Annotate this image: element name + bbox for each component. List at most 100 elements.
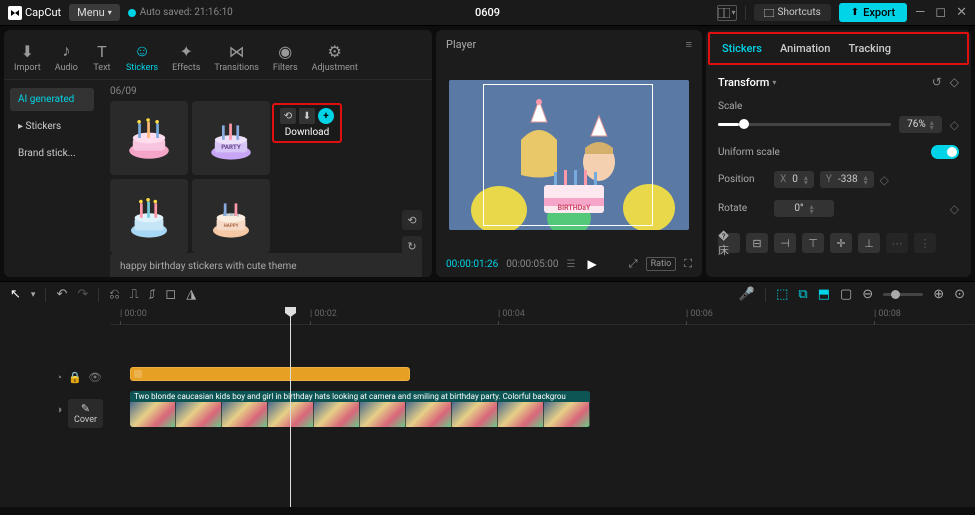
media-tab-stickers[interactable]: ☺Stickers — [126, 41, 158, 79]
transform-section[interactable]: Transform ▾ — [718, 76, 776, 89]
close-icon[interactable]: ✕ — [956, 5, 967, 20]
preview-icon[interactable]: ▢ — [840, 287, 852, 302]
align-right-icon[interactable]: ⊣ — [774, 233, 796, 253]
redo-icon[interactable]: ↷ — [77, 287, 88, 302]
minimize-icon[interactable]: — — [915, 5, 925, 20]
media-tab-import[interactable]: ⬇Import — [14, 41, 41, 79]
track-eye-icon[interactable]: 👁 — [88, 371, 102, 384]
fullscreen-icon[interactable]: ⛶ — [684, 257, 692, 271]
mirror-icon[interactable]: ◮ — [186, 287, 196, 302]
align-top-icon[interactable]: ⊤ — [802, 233, 824, 253]
zoom-out-icon[interactable]: ⊖ — [862, 287, 873, 302]
project-title: 0609 — [475, 6, 500, 19]
align-bottom-icon[interactable]: ⊥ — [858, 233, 880, 253]
title-bar: CapCut Menu▾ Auto saved: 21:16:10 0609 ▾… — [0, 0, 975, 26]
video-clip[interactable]: Two blonde caucasian kids boy and girl i… — [130, 391, 590, 427]
track-mute-icon[interactable]: ◑ — [56, 403, 63, 416]
align-extra-2-icon[interactable]: ⋮ — [914, 233, 936, 253]
sidebar-item-0[interactable]: AI generated — [10, 88, 94, 111]
sticker-track: ◔ 🔒 👁 — [0, 365, 975, 389]
ratio-button[interactable]: Ratio — [646, 257, 677, 271]
add-sticker-icon[interactable]: + — [318, 108, 334, 124]
layout-icon[interactable]: ▾ — [717, 5, 737, 21]
uniform-scale-toggle[interactable] — [931, 145, 959, 159]
rotate-keyframe-icon[interactable]: ◇ — [950, 202, 959, 216]
undo-icon[interactable]: ↶ — [56, 287, 67, 302]
split-right-icon[interactable]: ⎎ — [149, 287, 156, 302]
scale-value[interactable]: 76%▴▾ — [899, 116, 942, 133]
selection-box[interactable] — [483, 84, 653, 226]
video-track: ◑🔒👁 ✎Cover Two blonde caucasian kids boy… — [0, 391, 975, 427]
zoom-in-icon[interactable]: ⊕ — [933, 287, 944, 302]
crop-icon[interactable]: ◻ — [165, 287, 176, 302]
maximize-icon[interactable]: ◻ — [935, 5, 946, 20]
split-icon[interactable]: ⎌ — [109, 287, 119, 302]
sidebar-item-1[interactable]: ▸ Stickers — [10, 115, 94, 138]
align-center-v-icon[interactable]: ✛ — [830, 233, 852, 253]
player-panel: Player ≡ — [436, 30, 702, 277]
export-button[interactable]: ⬆Export — [839, 3, 907, 22]
player-menu-icon[interactable]: ≡ — [686, 38, 692, 51]
track-clock-icon[interactable]: ◔ — [56, 371, 63, 384]
media-tab-effects[interactable]: ✦Effects — [172, 41, 200, 79]
mic-icon[interactable]: 🎤 — [739, 287, 755, 302]
list-icon[interactable]: ☰ — [566, 259, 575, 270]
position-keyframe-icon[interactable]: ◇ — [880, 173, 889, 187]
timeline[interactable]: | 00:00| 00:02| 00:04| 00:06| 00:08 ◔🔒👁 … — [0, 307, 975, 507]
regenerate-all-icon[interactable]: ⟲ — [402, 210, 422, 230]
magnet-link-icon[interactable]: ⧉ — [798, 287, 807, 302]
tool-dropdown-icon[interactable]: ▾ — [31, 290, 36, 300]
media-tab-filters[interactable]: ◉Filters — [273, 41, 298, 79]
magnet-main-icon[interactable]: ⬚ — [776, 287, 788, 302]
scale-keyframe-icon[interactable]: ◇ — [950, 118, 959, 132]
sticker-thumb-2[interactable]: PARTY ⟲ ⬇ + Download — [192, 101, 270, 175]
media-tab-transitions[interactable]: ⋈Transitions — [214, 41, 259, 79]
current-time: 00:00:01:26 — [446, 259, 498, 270]
zoom-fit-icon[interactable]: ⊙ — [954, 287, 965, 302]
zoom-slider[interactable] — [883, 293, 923, 296]
media-tab-audio[interactable]: ♪Audio — [55, 41, 78, 79]
right-tab-tracking[interactable]: Tracking — [848, 42, 891, 55]
cover-button[interactable]: ✎Cover — [68, 399, 103, 428]
menu-button[interactable]: Menu▾ — [69, 4, 120, 21]
right-tab-stickers[interactable]: Stickers — [722, 42, 762, 55]
sticker-clip[interactable] — [130, 367, 410, 381]
media-tab-text[interactable]: TText — [92, 41, 112, 79]
properties-panel: StickersAnimationTracking Transform ▾ ↺ … — [706, 30, 971, 277]
sidebar-item-2[interactable]: Brand stick... — [10, 142, 94, 165]
svg-text:HAPPY: HAPPY — [224, 223, 239, 229]
sticker-thumb-4[interactable]: HAPPYBirthday — [192, 179, 270, 253]
player-title: Player — [446, 38, 476, 51]
app-logo: CapCut — [8, 6, 61, 20]
position-y-input[interactable]: Y-338▴▾ — [820, 171, 874, 188]
sticker-thumb-1[interactable] — [110, 101, 188, 175]
reset-icon[interactable]: ↺ — [932, 75, 942, 89]
video-preview[interactable]: BIRTHDaY — [449, 80, 689, 230]
rotate-input[interactable]: 0°▴▾ — [774, 200, 834, 217]
media-panel: ⬇Import ♪Audio TText ☺Stickers ✦Effects ⋈Tran… — [4, 30, 432, 277]
download-popover: ⟲ ⬇ + Download — [272, 103, 342, 143]
keyframe-icon[interactable]: ◇ — [950, 75, 959, 89]
refresh-icon[interactable]: ↻ — [402, 236, 422, 256]
track-lock-icon[interactable]: 🔒 — [68, 371, 82, 384]
play-button[interactable]: ▶ — [587, 257, 596, 271]
scale-icon[interactable]: ⤢ — [629, 257, 638, 271]
sticker-thumb-3[interactable] — [110, 179, 188, 253]
magnet-snap-icon[interactable]: ⬒ — [818, 287, 830, 302]
position-x-input[interactable]: X0▴▾ — [774, 171, 814, 188]
shortcuts-button[interactable]: Shortcuts — [754, 4, 831, 21]
right-tab-animation[interactable]: Animation — [780, 42, 830, 55]
sticker-date: 06/09 — [110, 86, 422, 97]
align-extra-1-icon[interactable]: ⋯ — [886, 233, 908, 253]
prompt-input[interactable]: happy birthday stickers with cute theme — [110, 253, 422, 277]
align-center-h-icon[interactable]: ⊟ — [746, 233, 768, 253]
media-tab-adjustment[interactable]: ⚙Adjustment — [312, 41, 358, 79]
select-tool-icon[interactable]: ↖ — [10, 287, 21, 302]
autosave-status: Auto saved: 21:16:10 — [128, 7, 233, 18]
align-left-icon[interactable]: �床 — [718, 233, 740, 253]
scale-slider[interactable] — [718, 123, 891, 126]
split-left-icon[interactable]: ⎍ — [130, 287, 139, 302]
download-icon[interactable]: ⬇ — [299, 108, 315, 124]
playhead[interactable] — [290, 307, 291, 507]
regenerate-icon[interactable]: ⟲ — [280, 108, 296, 124]
